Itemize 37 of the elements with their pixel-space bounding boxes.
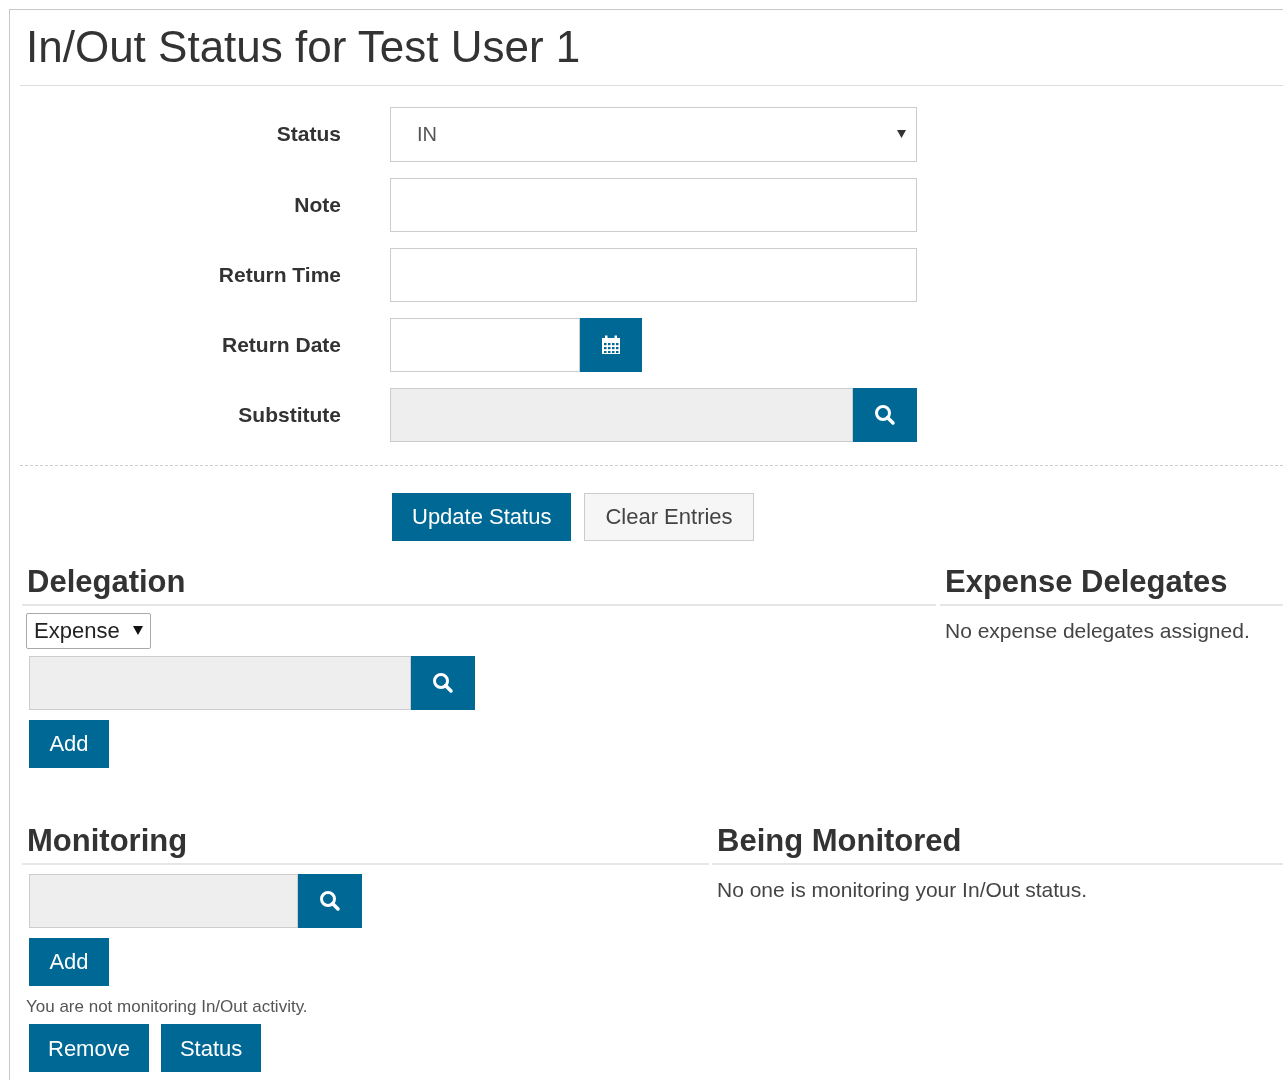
section-heading: Being Monitored	[712, 821, 1283, 865]
date-field[interactable]	[390, 317, 580, 372]
field-label: Status	[275, 121, 341, 148]
remove-button[interactable]: Remove	[29, 1024, 149, 1073]
search-icon	[432, 671, 454, 694]
status-message: You are not monitoring In/Out activity.	[26, 995, 309, 1018]
add-button[interactable]: Add	[29, 719, 109, 768]
text-field[interactable]	[390, 177, 917, 232]
type-select[interactable]: Expense	[26, 612, 151, 649]
text-field[interactable]	[390, 247, 917, 302]
search-field[interactable]	[390, 387, 853, 442]
calendar-button[interactable]	[580, 317, 642, 372]
search-field[interactable]	[29, 655, 411, 710]
section-heading: Delegation	[22, 562, 936, 606]
field-label: Note	[293, 191, 341, 218]
search-field[interactable]	[29, 873, 298, 928]
field-label: Return Time	[217, 261, 341, 288]
empty-message: No one is monitoring your In/Out status.	[716, 876, 1088, 903]
search-icon	[874, 403, 896, 426]
field-label: Return Date	[220, 331, 341, 358]
empty-message: No expense delegates assigned.	[944, 617, 1251, 644]
search-icon	[319, 889, 341, 912]
search-button[interactable]	[411, 655, 475, 710]
page-title: In/Out Status for Test User 1	[26, 22, 582, 73]
search-button[interactable]	[853, 387, 917, 442]
clear-button[interactable]: Clear Entries	[584, 492, 754, 541]
section-heading: Expense Delegates	[940, 562, 1283, 606]
status-button[interactable]: Status	[160, 1024, 262, 1073]
caret-icon	[897, 130, 906, 139]
field-label: Substitute	[237, 401, 341, 428]
search-button[interactable]	[298, 873, 362, 928]
caret-icon	[133, 626, 143, 636]
section-heading: Monitoring	[22, 821, 709, 865]
update-button[interactable]: Update Status	[392, 492, 572, 541]
add-button[interactable]: Add	[29, 937, 109, 986]
status-select[interactable]: IN	[390, 106, 917, 162]
calendar-icon	[601, 334, 621, 355]
